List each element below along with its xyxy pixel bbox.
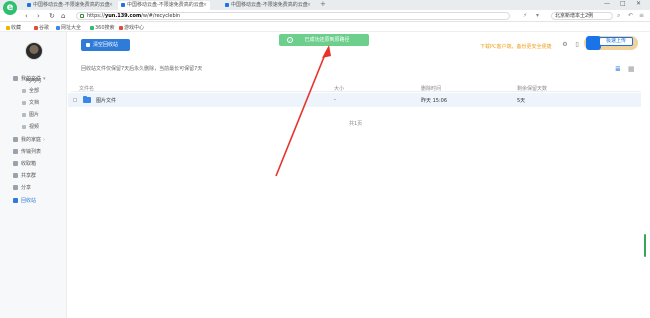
arrow-line (275, 51, 327, 177)
annotation-arrow (275, 45, 331, 177)
arrow-head (322, 45, 331, 58)
